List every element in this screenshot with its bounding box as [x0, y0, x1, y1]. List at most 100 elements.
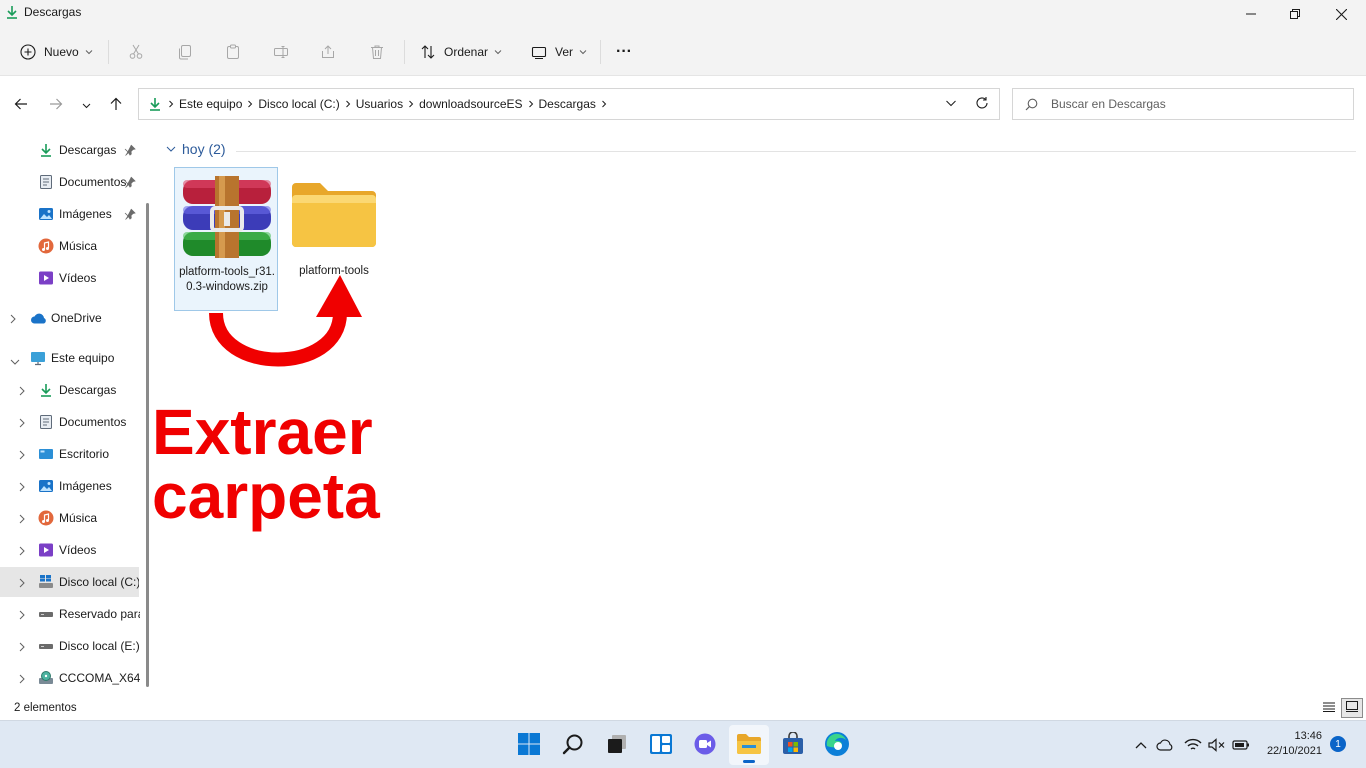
- sidebar-item-local-disk-c[interactable]: Disco local (C:): [0, 567, 139, 597]
- command-bar: Nuevo Ordenar Ver ···: [0, 28, 1366, 76]
- file-explorer-taskbar-button[interactable]: [729, 725, 769, 765]
- task-view-button[interactable]: [597, 725, 637, 765]
- pictures-icon: [38, 478, 54, 494]
- chevron-down-icon: [494, 49, 502, 55]
- sort-button[interactable]: Ordenar: [420, 38, 502, 66]
- window-title: Descargas: [24, 5, 82, 19]
- chevron-right-icon[interactable]: [19, 545, 25, 559]
- recent-locations-button[interactable]: [74, 93, 98, 117]
- view-icon: [531, 44, 547, 60]
- chevron-up-icon[interactable]: [1132, 737, 1150, 753]
- chevron-right-icon[interactable]: [19, 513, 25, 527]
- chevron-right-icon[interactable]: [10, 313, 16, 327]
- chevron-right-icon[interactable]: [19, 641, 25, 655]
- sidebar-item-documents[interactable]: Documentos: [0, 407, 140, 437]
- sidebar-item-music-quick[interactable]: Música: [0, 231, 140, 261]
- sidebar-item-system-reserved[interactable]: Reservado para el sistema: [0, 599, 140, 629]
- address-history-chevron-icon[interactable]: [945, 96, 957, 113]
- back-button[interactable]: [9, 93, 33, 117]
- sidebar-item-downloads-quick[interactable]: Descargas: [0, 135, 140, 165]
- toolbar-separator: [404, 40, 405, 64]
- chevron-down-icon: [579, 49, 587, 55]
- monitor-icon: [30, 350, 46, 366]
- up-button[interactable]: [104, 93, 128, 117]
- breadcrumb-local-disk[interactable]: Disco local (C:): [258, 97, 339, 111]
- chevron-right-icon[interactable]: [19, 449, 25, 463]
- download-icon: [38, 142, 54, 158]
- breadcrumb-users[interactable]: Usuarios: [356, 97, 403, 111]
- delete-button[interactable]: [369, 38, 385, 66]
- annotation-line-2: carpeta: [152, 460, 380, 532]
- breadcrumb-this-pc[interactable]: Este equipo: [179, 97, 242, 111]
- notification-badge[interactable]: 1: [1330, 736, 1346, 752]
- rename-button[interactable]: [273, 38, 289, 66]
- sidebar-item-videos[interactable]: Vídeos: [0, 535, 140, 565]
- clock-date: 22/10/2021: [1266, 745, 1322, 757]
- battery-icon[interactable]: [1232, 737, 1250, 753]
- group-header-today[interactable]: hoy (2): [166, 141, 226, 157]
- chevron-right-icon[interactable]: [19, 385, 25, 399]
- sidebar-item-pictures[interactable]: Imágenes: [0, 471, 140, 501]
- minimize-button[interactable]: [1228, 0, 1274, 28]
- refresh-icon[interactable]: [975, 96, 989, 113]
- wifi-icon[interactable]: [1184, 737, 1202, 753]
- chat-button[interactable]: [685, 725, 725, 765]
- more-options-button[interactable]: ···: [616, 38, 632, 66]
- sidebar-item-dvd-drive[interactable]: CCCOMA_X64FRE: [0, 663, 140, 693]
- chevron-down-icon[interactable]: [10, 354, 20, 368]
- sidebar-item-downloads[interactable]: Descargas: [0, 375, 140, 405]
- copy-button[interactable]: [177, 38, 193, 66]
- chevron-right-icon[interactable]: [19, 417, 25, 431]
- view-button[interactable]: Ver: [531, 38, 587, 66]
- search-box[interactable]: [1012, 88, 1354, 120]
- edge-button[interactable]: [817, 725, 857, 765]
- widgets-icon: [649, 732, 673, 759]
- breadcrumb-user[interactable]: downloadsourceES: [419, 97, 522, 111]
- large-icons-view-button[interactable]: [1341, 698, 1363, 718]
- breadcrumb: Este equipo Disco local (C:) Usuarios do…: [147, 89, 612, 119]
- sidebar-item-onedrive[interactable]: OneDrive: [0, 303, 140, 333]
- sidebar-item-local-disk-e[interactable]: Disco local (E:): [0, 631, 140, 661]
- sidebar-item-this-pc[interactable]: Este equipo: [0, 343, 140, 373]
- chevron-right-icon[interactable]: [19, 673, 25, 687]
- clock[interactable]: 13:46 22/10/2021: [1258, 729, 1322, 759]
- sidebar-item-videos-quick[interactable]: Vídeos: [0, 263, 140, 293]
- restore-button[interactable]: [1272, 0, 1318, 28]
- view-button-label: Ver: [555, 45, 574, 59]
- volume-muted-icon[interactable]: [1208, 737, 1226, 753]
- share-button[interactable]: [320, 38, 336, 66]
- breadcrumb-separator-icon: [163, 100, 179, 108]
- winrar-archive-icon: [179, 174, 275, 260]
- store-button[interactable]: [773, 725, 813, 765]
- file-explorer-icon: [736, 733, 762, 758]
- cut-button[interactable]: [128, 38, 144, 66]
- navigation-pane: Descargas Documentos Imágenes Música Víd…: [0, 131, 156, 697]
- breadcrumb-downloads[interactable]: Descargas: [539, 97, 596, 111]
- sidebar-item-pictures-quick[interactable]: Imágenes: [0, 199, 140, 229]
- widgets-button[interactable]: [641, 725, 681, 765]
- chevron-right-icon[interactable]: [19, 577, 25, 591]
- forward-button[interactable]: [44, 93, 68, 117]
- chevron-down-icon: [85, 49, 93, 55]
- sidebar-item-label: Disco local (C:): [59, 575, 139, 589]
- paste-button[interactable]: [225, 38, 241, 66]
- address-bar[interactable]: Este equipo Disco local (C:) Usuarios do…: [138, 88, 1000, 120]
- onedrive-cloud-icon[interactable]: [1156, 737, 1174, 753]
- sidebar-item-label: Vídeos: [59, 271, 97, 285]
- more-icon: ···: [616, 43, 632, 60]
- sidebar-item-documents-quick[interactable]: Documentos: [0, 167, 140, 197]
- new-button[interactable]: Nuevo: [20, 38, 93, 66]
- rename-icon: [273, 44, 289, 60]
- search-input[interactable]: [1051, 95, 1341, 113]
- taskbar-search-button[interactable]: [553, 725, 593, 765]
- sidebar-item-desktop[interactable]: Escritorio: [0, 439, 140, 469]
- sidebar-scrollbar[interactable]: [146, 203, 149, 687]
- chevron-right-icon[interactable]: [19, 609, 25, 623]
- store-icon: [781, 730, 805, 759]
- plus-circle-icon: [20, 44, 36, 60]
- chevron-right-icon[interactable]: [19, 481, 25, 495]
- close-button[interactable]: [1318, 0, 1364, 28]
- sidebar-item-music[interactable]: Música: [0, 503, 140, 533]
- start-button[interactable]: [509, 725, 549, 765]
- details-view-button[interactable]: [1318, 698, 1340, 718]
